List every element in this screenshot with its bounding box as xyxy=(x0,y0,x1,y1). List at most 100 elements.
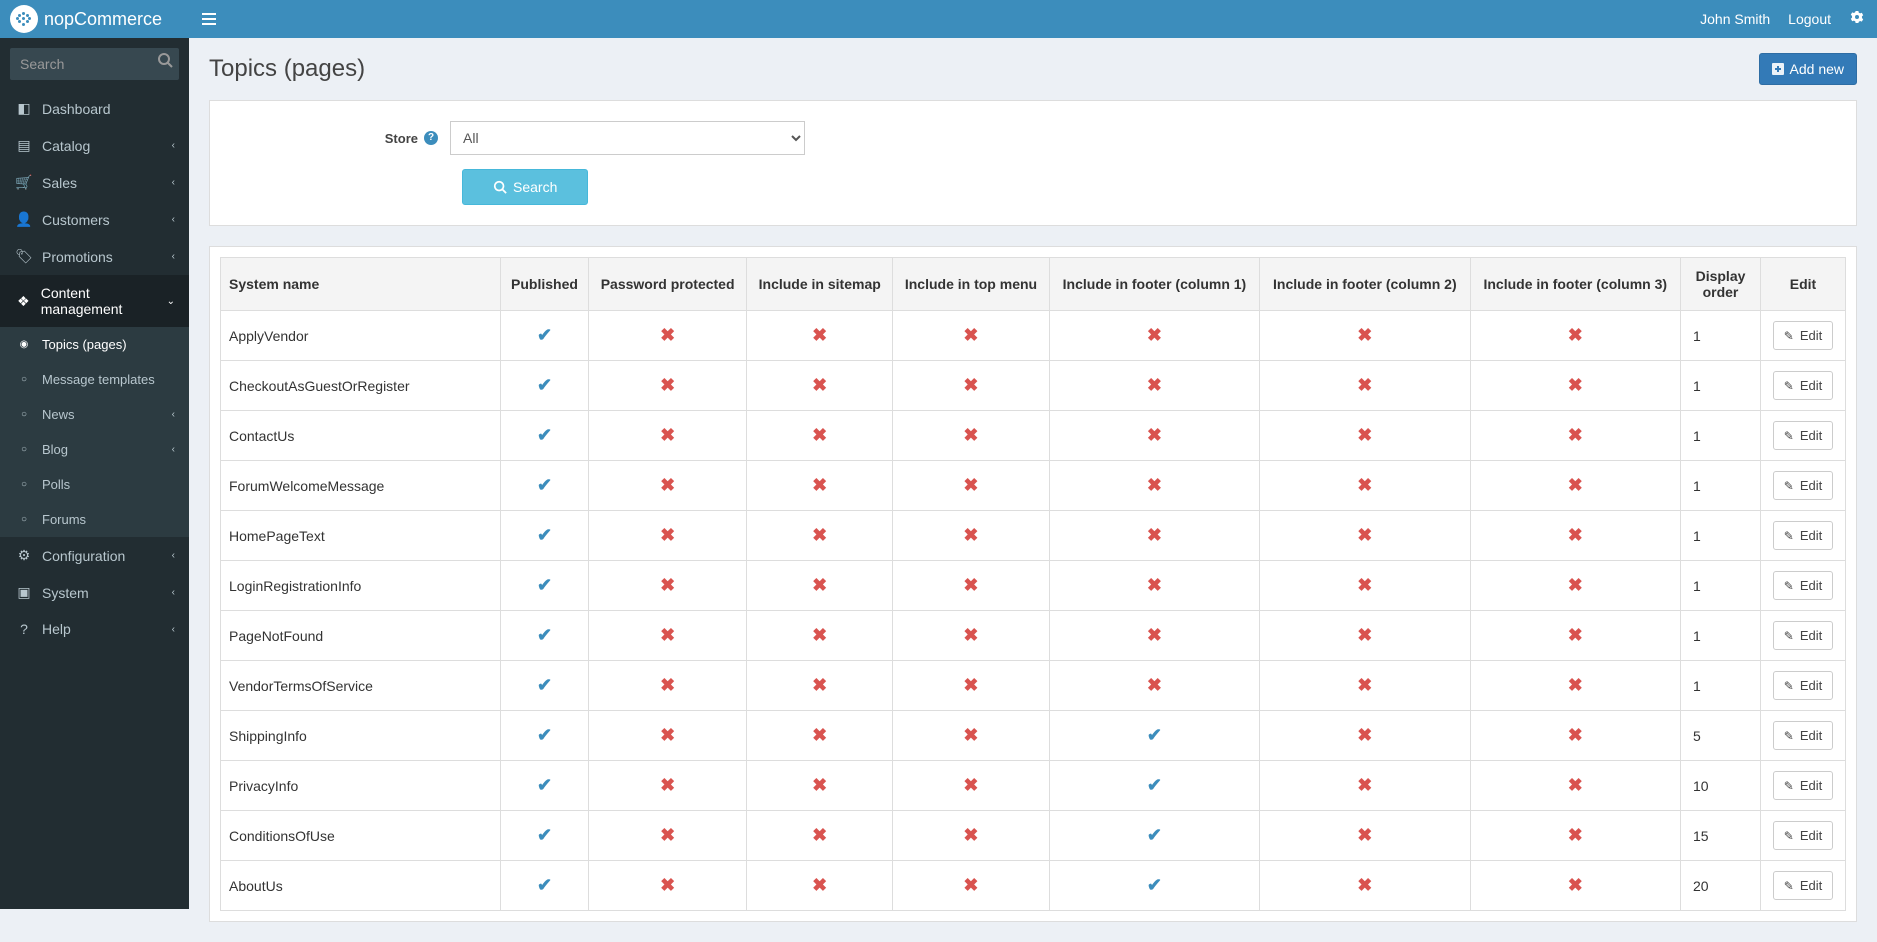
cell-system-name: ShippingInfo xyxy=(221,711,501,761)
cell-password: ✖ xyxy=(589,361,747,411)
x-icon: ✖ xyxy=(812,425,827,445)
tag-icon: 🏷 xyxy=(14,248,34,265)
nav-forums[interactable]: ○Forums xyxy=(0,502,189,537)
edit-button[interactable]: ✎ Edit xyxy=(1773,371,1833,400)
logout-link[interactable]: Logout xyxy=(1788,11,1831,27)
x-icon: ✖ xyxy=(812,625,827,645)
x-icon: ✖ xyxy=(963,525,978,545)
search-button[interactable]: Search xyxy=(462,169,588,205)
x-icon: ✖ xyxy=(1357,375,1372,395)
logo[interactable]: nopCommerce xyxy=(0,0,189,38)
nav-message-templates[interactable]: ○Message templates xyxy=(0,362,189,397)
th-sitemap[interactable]: Include in sitemap xyxy=(747,258,893,311)
cell-password: ✖ xyxy=(589,411,747,461)
settings-icon[interactable] xyxy=(1849,10,1865,29)
pencil-icon: ✎ xyxy=(1784,479,1794,493)
edit-button[interactable]: ✎ Edit xyxy=(1773,571,1833,600)
chevron-left-icon: ‹ xyxy=(172,214,175,225)
cell-password: ✖ xyxy=(589,861,747,911)
nav-customers[interactable]: 👤Customers‹ xyxy=(0,201,189,238)
th-published[interactable]: Published xyxy=(501,258,589,311)
x-icon: ✖ xyxy=(1568,375,1583,395)
edit-button[interactable]: ✎ Edit xyxy=(1773,421,1833,450)
cell-footer1: ✖ xyxy=(1049,511,1259,561)
cell-display-order: 5 xyxy=(1681,711,1761,761)
edit-button[interactable]: ✎ Edit xyxy=(1773,871,1833,900)
search-icon[interactable] xyxy=(157,52,173,73)
user-icon: 👤 xyxy=(14,211,34,228)
add-new-button[interactable]: Add new xyxy=(1759,53,1857,85)
edit-button[interactable]: ✎ Edit xyxy=(1773,471,1833,500)
th-footer3[interactable]: Include in footer (column 3) xyxy=(1470,258,1680,311)
cell-topmenu: ✖ xyxy=(893,861,1050,911)
th-system-name[interactable]: System name xyxy=(221,258,501,311)
edit-button[interactable]: ✎ Edit xyxy=(1773,521,1833,550)
nav-news[interactable]: ○News‹ xyxy=(0,397,189,432)
cell-published: ✔ xyxy=(501,611,589,661)
nav-topics[interactable]: ◉Topics (pages) xyxy=(0,327,189,362)
th-password[interactable]: Password protected xyxy=(589,258,747,311)
x-icon: ✖ xyxy=(1568,475,1583,495)
edit-button[interactable]: ✎ Edit xyxy=(1773,671,1833,700)
nav-promotions[interactable]: 🏷Promotions‹ xyxy=(0,238,189,275)
cell-sitemap: ✖ xyxy=(747,811,893,861)
x-icon: ✖ xyxy=(660,525,675,545)
cell-footer3: ✖ xyxy=(1470,561,1680,611)
user-link[interactable]: John Smith xyxy=(1700,11,1770,27)
topics-table: System name Published Password protected… xyxy=(220,257,1846,911)
sidebar-search-input[interactable] xyxy=(10,48,179,80)
cell-topmenu: ✖ xyxy=(893,461,1050,511)
cell-password: ✖ xyxy=(589,611,747,661)
cell-system-name: AboutUs xyxy=(221,861,501,911)
x-icon: ✖ xyxy=(963,375,978,395)
main-content: Topics (pages) Add new Store ? All Searc… xyxy=(189,0,1877,922)
th-topmenu[interactable]: Include in top menu xyxy=(893,258,1050,311)
edit-button[interactable]: ✎ Edit xyxy=(1773,321,1833,350)
circle-icon: ○ xyxy=(14,374,34,385)
th-footer2[interactable]: Include in footer (column 2) xyxy=(1260,258,1470,311)
th-footer1[interactable]: Include in footer (column 1) xyxy=(1049,258,1259,311)
check-icon: ✔ xyxy=(537,325,552,345)
cell-topmenu: ✖ xyxy=(893,711,1050,761)
nav-blog[interactable]: ○Blog‹ xyxy=(0,432,189,467)
nav-system[interactable]: ▣System‹ xyxy=(0,574,189,611)
cell-topmenu: ✖ xyxy=(893,361,1050,411)
book-icon: ▤ xyxy=(14,137,34,154)
nav-content-management[interactable]: ❖Content management⌄ xyxy=(0,275,189,327)
edit-button[interactable]: ✎ Edit xyxy=(1773,721,1833,750)
search-icon xyxy=(493,180,507,194)
pencil-icon: ✎ xyxy=(1784,679,1794,693)
cell-edit: ✎ Edit xyxy=(1761,311,1846,361)
cell-system-name: ForumWelcomeMessage xyxy=(221,461,501,511)
edit-button[interactable]: ✎ Edit xyxy=(1773,771,1833,800)
nav-configuration[interactable]: ⚙Configuration‹ xyxy=(0,537,189,574)
check-icon: ✔ xyxy=(1147,775,1162,795)
nav-help[interactable]: ?Help‹ xyxy=(0,611,189,647)
th-display-order[interactable]: Display order xyxy=(1681,258,1761,311)
sidebar-toggle[interactable] xyxy=(189,0,229,38)
table-row: LoginRegistrationInfo✔✖✖✖✖✖✖1✎ Edit xyxy=(221,561,1846,611)
nav-catalog[interactable]: ▤Catalog‹ xyxy=(0,127,189,164)
cell-edit: ✎ Edit xyxy=(1761,761,1846,811)
nav-polls[interactable]: ○Polls xyxy=(0,467,189,502)
nav-sales[interactable]: 🛒Sales‹ xyxy=(0,164,189,201)
nav-dashboard[interactable]: ◧Dashboard xyxy=(0,90,189,127)
sidebar: ◧Dashboard ▤Catalog‹ 🛒Sales‹ 👤Customers‹… xyxy=(0,38,189,909)
cell-footer1: ✔ xyxy=(1049,761,1259,811)
store-select[interactable]: All xyxy=(450,121,805,155)
cart-icon: 🛒 xyxy=(14,174,34,191)
edit-button[interactable]: ✎ Edit xyxy=(1773,621,1833,650)
help-tooltip-icon[interactable]: ? xyxy=(424,131,438,145)
cell-edit: ✎ Edit xyxy=(1761,861,1846,911)
circle-icon: ○ xyxy=(14,514,34,525)
th-edit[interactable]: Edit xyxy=(1761,258,1846,311)
x-icon: ✖ xyxy=(812,825,827,845)
chevron-left-icon: ‹ xyxy=(172,550,175,561)
check-icon: ✔ xyxy=(537,425,552,445)
edit-button[interactable]: ✎ Edit xyxy=(1773,821,1833,850)
cell-footer2: ✖ xyxy=(1260,461,1470,511)
cell-topmenu: ✖ xyxy=(893,611,1050,661)
x-icon: ✖ xyxy=(660,575,675,595)
page-title: Topics (pages) xyxy=(209,55,365,83)
x-icon: ✖ xyxy=(660,425,675,445)
